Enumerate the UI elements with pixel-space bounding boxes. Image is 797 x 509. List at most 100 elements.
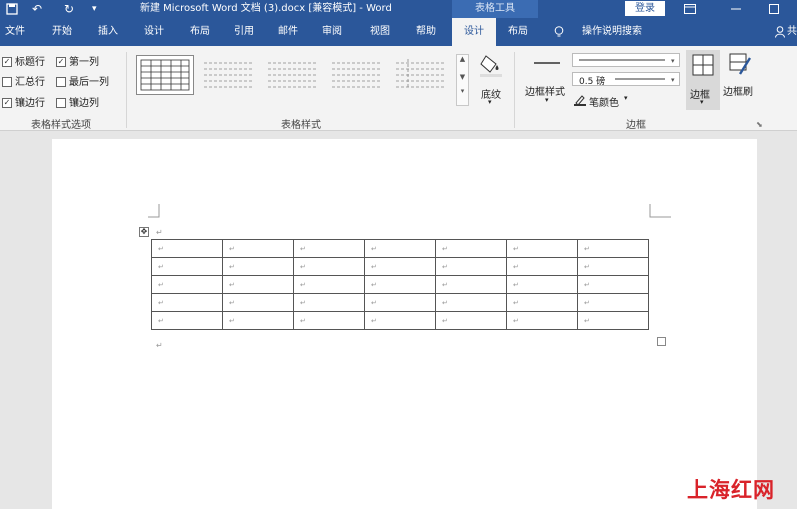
checkbox-banded-rows[interactable]: ✓ 镶边行 [2,94,45,109]
table-cell[interactable]: ↵ [577,239,649,258]
table-style-thumbnail-plain-grid[interactable] [136,55,194,95]
border-styles-dropdown-icon[interactable]: ▾ [545,96,549,104]
checkbox-unchecked [2,77,12,87]
table-cell[interactable]: ↵ [435,239,507,258]
checkbox-total-row[interactable]: 汇总行 [2,73,45,88]
tab-layout[interactable]: 布局 [182,18,218,46]
border-painter-icon[interactable] [728,52,752,79]
line-weight-dropdown[interactable]: 0.5 磅 ▾ [572,72,680,87]
share-user-icon[interactable] [774,18,786,46]
table-cell[interactable]: ↵ [151,257,223,276]
group-label-table-styles: 表格样式 [281,120,321,131]
table-style-thumbnail-2[interactable] [200,55,258,95]
checkbox-banded-columns[interactable]: 镶边列 [56,94,99,109]
pen-color-dropdown-icon[interactable]: ▾ [624,94,628,102]
table-cell[interactable]: ↵ [435,257,507,276]
table-cell[interactable]: ↵ [222,275,294,294]
table-cell[interactable]: ↵ [364,239,436,258]
borders-button[interactable]: 边框 ▾ [686,50,720,110]
save-icon[interactable] [6,0,18,18]
table-style-thumbnail-4[interactable] [328,55,386,95]
table-cell[interactable]: ↵ [506,311,578,330]
undo-icon[interactable]: ↶ [32,0,42,18]
table-cell[interactable]: ↵ [222,293,294,312]
checkbox-header-row[interactable]: ✓ 标题行 [2,53,45,68]
document-title: 新建 Microsoft Word 文档 (3).docx [兼容模式] - W… [140,3,392,14]
borders-dropdown-icon: ▾ [700,98,704,106]
checkbox-first-column[interactable]: ✓ 第一列 [56,53,99,68]
table-cell[interactable]: ↵ [577,257,649,276]
shading-bucket-icon[interactable] [478,52,504,81]
table-cell[interactable]: ↵ [577,275,649,294]
table-cell[interactable]: ↵ [293,275,365,294]
share-label[interactable]: 共 [787,18,797,46]
dialog-launcher-icon[interactable]: ⬊ [756,120,763,129]
table-cell[interactable]: ↵ [577,311,649,330]
tab-mailings[interactable]: 邮件 [270,18,306,46]
scroll-up-icon[interactable]: ▲ [457,55,468,63]
gallery-more-icon[interactable]: ▾ [457,87,468,95]
table-cell[interactable]: ↵ [293,257,365,276]
shading-dropdown-icon[interactable]: ▾ [488,98,492,106]
table-cell[interactable]: ↵ [293,311,365,330]
table-row: ↵ ↵ ↵ ↵ ↵ ↵ ↵ [151,275,649,294]
tab-insert[interactable]: 插入 [90,18,126,46]
ribbon: ✓ 标题行 ✓ 第一列 汇总行 最后一列 ✓ 镶边行 镶边列 表格样式选项 ▲ ▼ ▾… [0,46,797,131]
table-cell[interactable]: ↵ [435,311,507,330]
customize-quick-access-icon[interactable]: ▾ [92,0,97,18]
tab-help[interactable]: 帮助 [408,18,444,46]
table-cell[interactable]: ↵ [435,275,507,294]
table-cell[interactable]: ↵ [364,257,436,276]
table-cell[interactable]: ↵ [151,239,223,258]
tab-file[interactable]: 文件 [0,18,30,46]
table-row: ↵ ↵ ↵ ↵ ↵ ↵ ↵ [151,293,649,312]
tab-review[interactable]: 审阅 [314,18,350,46]
table-cell[interactable]: ↵ [506,275,578,294]
table-cell[interactable]: ↵ [222,257,294,276]
table-cell[interactable]: ↵ [364,311,436,330]
table-cell[interactable]: ↵ [577,293,649,312]
table-style-thumbnail-3[interactable] [264,55,322,95]
table-cell[interactable]: ↵ [364,275,436,294]
tell-me-search[interactable]: 操作说明搜索 [576,18,648,46]
tab-table-layout[interactable]: 布局 [500,18,536,46]
login-button[interactable]: 登录 [625,1,665,16]
ribbon-display-options-icon[interactable] [684,0,696,18]
table-cell[interactable]: ↵ [222,239,294,258]
ribbon-tab-bar: 文件 开始 插入 设计 布局 引用 邮件 审阅 视图 帮助 设计 布局 操作说明… [0,18,797,46]
table-cell[interactable]: ↵ [506,293,578,312]
document-table[interactable]: ↵ ↵ ↵ ↵ ↵ ↵ ↵ ↵ ↵ ↵ ↵ ↵ ↵ ↵ ↵ ↵ ↵ ↵ ↵ ↵ ↵ ↵ ↵ ↵ ↵ ↵ ↵ ↵ ↵ ↵ ↵ ↵ ↵ ↵ ↵ [151,239,649,330]
table-cell[interactable]: ↵ [151,275,223,294]
pen-color-icon[interactable] [574,94,586,109]
tab-design[interactable]: 设计 [136,18,172,46]
table-cell[interactable]: ↵ [506,257,578,276]
border-painter-label[interactable]: 边框刷 [723,83,753,98]
table-cell[interactable]: ↵ [435,293,507,312]
scroll-down-icon[interactable]: ▼ [457,73,468,81]
table-cell[interactable]: ↵ [151,311,223,330]
table-cell[interactable]: ↵ [293,239,365,258]
minimize-icon[interactable] [731,0,741,18]
table-cell[interactable]: ↵ [293,293,365,312]
tab-home[interactable]: 开始 [44,18,80,46]
maximize-icon[interactable] [769,0,779,18]
gallery-scroll[interactable]: ▲ ▼ ▾ [456,54,469,106]
watermark-logo: 上海红网 [687,478,775,502]
table-cell[interactable]: ↵ [364,293,436,312]
redo-icon[interactable]: ↻ [64,0,74,18]
line-style-dropdown[interactable]: ▾ [572,53,680,67]
table-resize-handle[interactable] [657,337,666,346]
table-cell[interactable]: ↵ [506,239,578,258]
pen-color-label[interactable]: 笔颜色 [589,94,619,109]
tab-references[interactable]: 引用 [226,18,262,46]
table-cell[interactable]: ↵ [151,293,223,312]
checkbox-last-column[interactable]: 最后一列 [56,73,109,88]
tab-table-design[interactable]: 设计 [452,18,496,46]
table-cell[interactable]: ↵ [222,311,294,330]
table-style-thumbnail-5[interactable] [392,55,450,95]
tab-view[interactable]: 视图 [362,18,398,46]
table-move-handle-icon[interactable]: ✥ [139,227,149,237]
table-tools-label: 表格工具 [452,0,538,18]
checkbox-checked: ✓ [2,98,12,108]
border-styles-line-icon[interactable] [534,60,560,66]
